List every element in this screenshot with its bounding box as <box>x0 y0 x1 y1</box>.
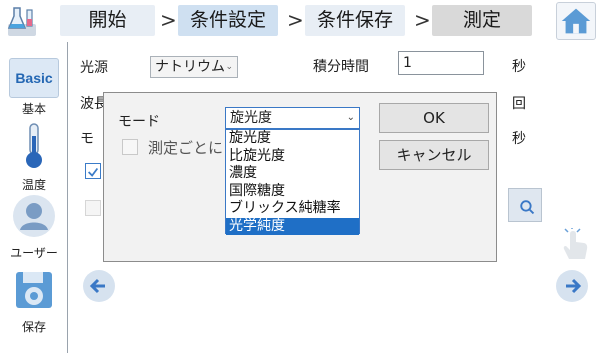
sidebar-item-basic[interactable]: Basic 基本 <box>4 58 64 117</box>
integration-time-input[interactable]: 1 <box>398 51 484 75</box>
integration-unit: 秒 <box>512 59 526 75</box>
ok-button[interactable]: OK <box>379 103 489 133</box>
mode-option[interactable]: 比旋光度 <box>226 148 359 166</box>
basic-badge: Basic <box>9 58 59 98</box>
sidebar-item-save[interactable]: 保存 <box>4 268 64 335</box>
sidebar-item-label: ユーザー <box>10 246 58 260</box>
top-bar: 開始 > 条件設定 > 条件保存 > 測定 <box>0 0 600 42</box>
app-window: 開始 > 条件設定 > 条件保存 > 測定 Basic 基本 温度 ユーザー 保… <box>0 0 600 353</box>
breadcrumb-separator: > <box>287 8 304 32</box>
mode-label: モ <box>80 131 94 147</box>
integration-time-label: 積分時間 <box>313 59 369 75</box>
count-unit: 回 <box>512 96 526 112</box>
search-button[interactable] <box>508 188 542 222</box>
checkmark-icon <box>88 167 99 177</box>
previous-button[interactable] <box>83 270 115 302</box>
breadcrumb-measure[interactable]: 測定 <box>432 5 532 36</box>
sidebar: Basic 基本 温度 ユーザー 保存 <box>0 42 68 353</box>
floppy-gear-icon <box>16 272 52 308</box>
cancel-button[interactable]: キャンセル <box>379 140 489 170</box>
mode-option-highlighted[interactable]: 光学純度 <box>226 217 359 235</box>
mode-select[interactable]: 旋光度 ⌄ <box>225 107 360 129</box>
mode-option[interactable]: 濃度 <box>226 165 359 183</box>
mode-option[interactable]: ブリックス純糖率 <box>226 200 359 218</box>
mode-option[interactable]: 旋光度 <box>226 130 359 148</box>
sidebar-item-temperature[interactable]: 温度 <box>4 122 64 193</box>
light-source-label: 光源 <box>80 60 108 76</box>
home-icon <box>561 8 591 34</box>
mode-dialog-label: モード <box>118 114 160 130</box>
breadcrumb-separator: > <box>160 8 177 32</box>
search-icon <box>520 200 535 215</box>
home-button[interactable] <box>556 2 596 40</box>
interval-unit: 秒 <box>512 131 526 147</box>
thermometer-icon <box>26 123 42 168</box>
next-button[interactable] <box>556 270 588 302</box>
sidebar-item-user[interactable]: ユーザー <box>4 194 64 261</box>
sidebar-item-label: 保存 <box>21 320 46 334</box>
option-checkbox[interactable] <box>85 163 101 179</box>
chevron-down-icon: ⌄ <box>346 112 355 123</box>
breadcrumb-condition-settings[interactable]: 条件設定 <box>178 5 278 36</box>
breadcrumb-separator: > <box>414 8 431 32</box>
per-measurement-checkbox[interactable] <box>122 139 138 155</box>
sidebar-item-label: 温度 <box>21 178 46 192</box>
user-avatar-icon <box>13 195 55 237</box>
arrow-left-icon <box>89 278 105 294</box>
per-measurement-label: 測定ごとに <box>148 139 224 157</box>
mode-dropdown-list: 旋光度 比旋光度 濃度 国際糖度 ブリックス純糖率 光学純度 <box>225 129 360 235</box>
breadcrumb-condition-save[interactable]: 条件保存 <box>305 5 405 36</box>
flask-logo-icon <box>7 7 36 36</box>
light-source-select[interactable]: ナトリウム ⌄ <box>150 56 238 78</box>
mode-dialog: モード 旋光度 ⌄ 旋光度 比旋光度 濃度 国際糖度 ブリックス純糖率 光学純度… <box>103 92 497 262</box>
sidebar-item-label: 基本 <box>21 102 46 116</box>
disabled-checkbox[interactable] <box>85 200 101 216</box>
arrow-right-icon <box>566 278 582 294</box>
breadcrumb-start[interactable]: 開始 <box>60 5 155 36</box>
touch-hand-icon <box>563 228 588 259</box>
mode-option[interactable]: 国際糖度 <box>226 183 359 201</box>
